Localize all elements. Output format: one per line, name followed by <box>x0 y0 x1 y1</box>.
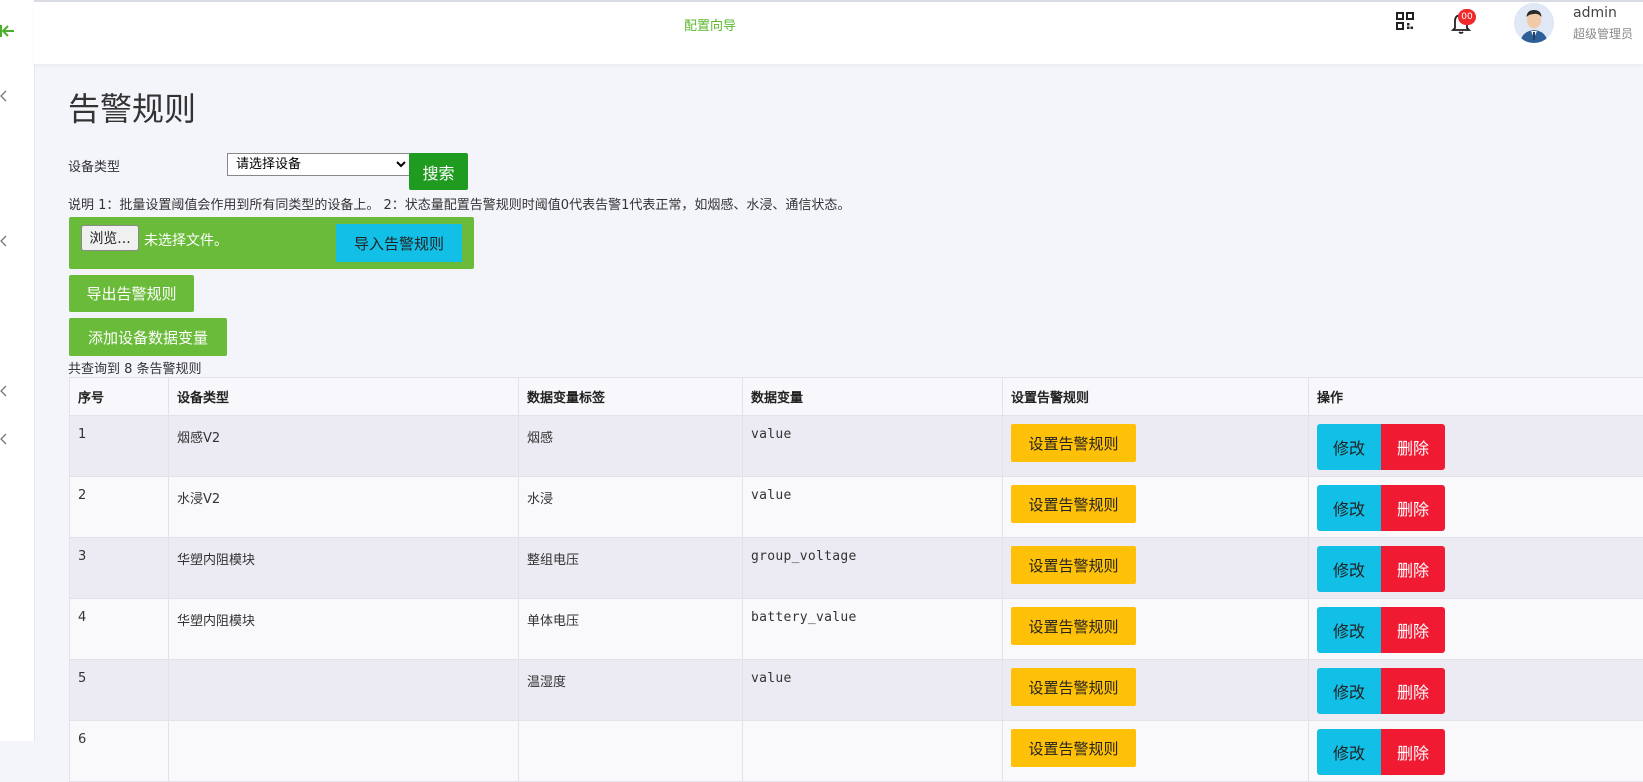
user-name[interactable]: admin <box>1573 5 1617 21</box>
alarm-rules-table: 序号 设备类型 数据变量标签 数据变量 设置告警规则 操作 1 烟感V2 烟感 … <box>69 377 1643 782</box>
cell-device-type: 烟感V2 <box>169 416 519 477</box>
result-count: 共查询到 8 条告警规则 <box>68 358 202 377</box>
cell-variable-label: 温湿度 <box>519 660 743 721</box>
cell-actions: 修改删除 <box>1309 538 1643 599</box>
cell-alarm-rule: 设置告警规则 <box>1003 538 1309 599</box>
set-alarm-rule-button[interactable]: 设置告警规则 <box>1011 424 1136 462</box>
browse-file-button[interactable]: 浏览... <box>81 225 139 251</box>
delete-button[interactable]: 删除 <box>1381 485 1445 531</box>
header-no: 序号 <box>70 378 169 416</box>
sidebar <box>0 0 35 741</box>
edit-button[interactable]: 修改 <box>1317 607 1381 653</box>
delete-button[interactable]: 删除 <box>1381 668 1445 714</box>
cell-alarm-rule: 设置告警规则 <box>1003 477 1309 538</box>
table-row: 3 华塑内阻模块 整组电压 group_voltage 设置告警规则 修改删除 <box>70 538 1643 599</box>
grid-icon[interactable] <box>1396 12 1414 30</box>
delete-button[interactable]: 删除 <box>1381 729 1445 775</box>
collapse-sidebar-icon[interactable] <box>0 22 18 40</box>
cell-variable: value <box>743 660 1003 721</box>
chevron-left-icon[interactable] <box>0 234 10 248</box>
header-alarm-rule: 设置告警规则 <box>1003 378 1309 416</box>
edit-button[interactable]: 修改 <box>1317 424 1381 470</box>
set-alarm-rule-button[interactable]: 设置告警规则 <box>1011 546 1136 584</box>
edit-button[interactable]: 修改 <box>1317 668 1381 714</box>
import-bar: 浏览... 未选择文件。 导入告警规则 <box>69 217 474 269</box>
table-row: 1 烟感V2 烟感 value 设置告警规则 修改删除 <box>70 416 1643 477</box>
set-alarm-rule-button[interactable]: 设置告警规则 <box>1011 729 1136 767</box>
edit-button[interactable]: 修改 <box>1317 546 1381 592</box>
cell-variable: value <box>743 477 1003 538</box>
top-bar: 配置向导 <box>34 0 1643 64</box>
cell-device-type <box>169 721 519 782</box>
cell-variable-label <box>519 721 743 782</box>
table-header-row: 序号 设备类型 数据变量标签 数据变量 设置告警规则 操作 <box>70 378 1643 416</box>
table-row: 2 水浸V2 水浸 value 设置告警规则 修改删除 <box>70 477 1643 538</box>
search-button[interactable]: 搜索 <box>409 153 468 190</box>
cell-device-type: 华塑内阻模块 <box>169 599 519 660</box>
cell-alarm-rule: 设置告警规则 <box>1003 721 1309 782</box>
cell-variable <box>743 721 1003 782</box>
cell-no: 4 <box>70 599 169 660</box>
instructions-note: 说明 1：批量设置阈值会作用到所有同类型的设备上。 2：状态量配置告警规则时阈值… <box>68 194 850 213</box>
delete-button[interactable]: 删除 <box>1381 546 1445 592</box>
edit-button[interactable]: 修改 <box>1317 729 1381 775</box>
no-file-selected-text: 未选择文件。 <box>144 230 228 250</box>
cell-device-type: 华塑内阻模块 <box>169 538 519 599</box>
cell-actions: 修改删除 <box>1309 660 1643 721</box>
cell-variable-label: 烟感 <box>519 416 743 477</box>
delete-button[interactable]: 删除 <box>1381 424 1445 470</box>
cell-variable-label: 整组电压 <box>519 538 743 599</box>
header-actions: 操作 <box>1309 378 1643 416</box>
cell-actions: 修改删除 <box>1309 599 1643 660</box>
edit-button[interactable]: 修改 <box>1317 485 1381 531</box>
cell-alarm-rule: 设置告警规则 <box>1003 660 1309 721</box>
cell-variable: group_voltage <box>743 538 1003 599</box>
user-role: 超级管理员 <box>1573 25 1633 42</box>
cell-no: 1 <box>70 416 169 477</box>
cell-alarm-rule: 设置告警规则 <box>1003 416 1309 477</box>
table-row: 4 华塑内阻模块 单体电压 battery_value 设置告警规则 修改删除 <box>70 599 1643 660</box>
notification-badge: 00 <box>1458 9 1476 25</box>
avatar[interactable] <box>1514 3 1554 43</box>
set-alarm-rule-button[interactable]: 设置告警规则 <box>1011 668 1136 706</box>
add-device-variable-button[interactable]: 添加设备数据变量 <box>69 318 227 356</box>
chevron-left-icon[interactable] <box>0 89 10 103</box>
header-variable: 数据变量 <box>743 378 1003 416</box>
device-type-select[interactable]: 请选择设备 <box>227 153 410 176</box>
device-type-label: 设备类型 <box>68 156 120 175</box>
cell-variable: battery_value <box>743 599 1003 660</box>
chevron-left-icon[interactable] <box>0 384 10 398</box>
page-title: 告警规则 <box>68 84 196 130</box>
cell-no: 5 <box>70 660 169 721</box>
set-alarm-rule-button[interactable]: 设置告警规则 <box>1011 607 1136 645</box>
table-row: 6 设置告警规则 修改删除 <box>70 721 1643 782</box>
import-rules-button[interactable]: 导入告警规则 <box>336 224 462 262</box>
config-wizard-link[interactable]: 配置向导 <box>684 15 736 34</box>
header-device-type: 设备类型 <box>169 378 519 416</box>
delete-button[interactable]: 删除 <box>1381 607 1445 653</box>
cell-no: 2 <box>70 477 169 538</box>
cell-variable-label: 单体电压 <box>519 599 743 660</box>
table-row: 5 温湿度 value 设置告警规则 修改删除 <box>70 660 1643 721</box>
cell-no: 6 <box>70 721 169 782</box>
cell-device-type: 水浸V2 <box>169 477 519 538</box>
set-alarm-rule-button[interactable]: 设置告警规则 <box>1011 485 1136 523</box>
cell-actions: 修改删除 <box>1309 416 1643 477</box>
cell-no: 3 <box>70 538 169 599</box>
cell-actions: 修改删除 <box>1309 477 1643 538</box>
cell-actions: 修改删除 <box>1309 721 1643 782</box>
chevron-left-icon[interactable] <box>0 432 10 446</box>
cell-variable: value <box>743 416 1003 477</box>
cell-alarm-rule: 设置告警规则 <box>1003 599 1309 660</box>
export-rules-button[interactable]: 导出告警规则 <box>69 275 194 312</box>
cell-variable-label: 水浸 <box>519 477 743 538</box>
cell-device-type <box>169 660 519 721</box>
header-variable-label: 数据变量标签 <box>519 378 743 416</box>
